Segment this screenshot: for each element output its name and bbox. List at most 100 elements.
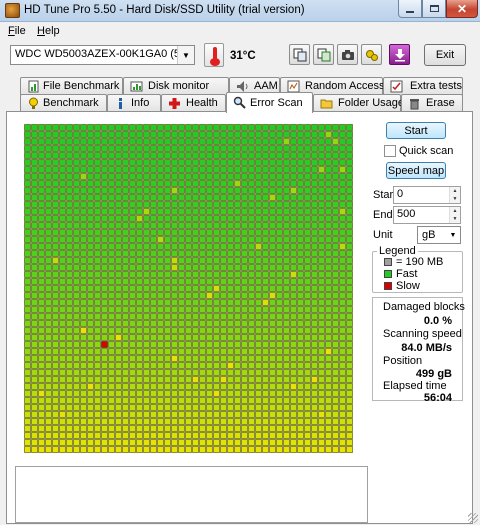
- scan-block: [276, 362, 283, 369]
- scan-block: [346, 145, 353, 152]
- menu-help[interactable]: Help: [37, 25, 60, 37]
- copy-button[interactable]: [289, 44, 310, 65]
- tab-file-benchmark[interactable]: File Benchmark: [20, 77, 123, 95]
- scan-block: [318, 250, 325, 257]
- unit-select[interactable]: gB ▼: [417, 226, 461, 244]
- scan-block: [227, 180, 234, 187]
- speed-map-button[interactable]: Speed map: [386, 162, 446, 179]
- menu-file[interactable]: File: [8, 25, 26, 37]
- scan-block: [332, 341, 339, 348]
- tab-erase[interactable]: Erase: [401, 94, 463, 112]
- scan-block: [255, 187, 262, 194]
- scan-block: [157, 334, 164, 341]
- scan-block: [276, 173, 283, 180]
- scan-block: [276, 404, 283, 411]
- scan-block: [332, 243, 339, 250]
- spin-arrows-icon[interactable]: ▲ ▼: [449, 207, 460, 223]
- scan-block: [73, 229, 80, 236]
- tab-folder-usage[interactable]: Folder Usage: [313, 94, 404, 112]
- scan-block: [52, 306, 59, 313]
- scan-block: [325, 355, 332, 362]
- tab-error-scan[interactable]: Error Scan: [226, 92, 313, 113]
- tab-erase-label: Erase: [426, 97, 455, 109]
- end-field[interactable]: 500 ▲ ▼: [393, 206, 461, 224]
- scan-block: [346, 278, 353, 285]
- scan-block: [87, 320, 94, 327]
- scan-block: [101, 187, 108, 194]
- scan-block: [269, 257, 276, 264]
- scan-block: [185, 159, 192, 166]
- scan-block: [59, 439, 66, 446]
- scan-block: [241, 348, 248, 355]
- screenshot-button[interactable]: [337, 44, 358, 65]
- scan-block: [199, 299, 206, 306]
- start-button[interactable]: Start: [386, 122, 446, 139]
- spin-arrows-icon[interactable]: ▲ ▼: [449, 187, 460, 203]
- tab-benchmark[interactable]: Benchmark: [20, 94, 107, 112]
- scan-block: [24, 194, 31, 201]
- close-button[interactable]: ✕: [446, 0, 478, 18]
- scan-block: [136, 278, 143, 285]
- scan-block: [290, 194, 297, 201]
- tab-extra-tests[interactable]: Extra tests: [383, 77, 463, 95]
- scan-block: [115, 299, 122, 306]
- scan-block: [143, 439, 150, 446]
- scan-block: [297, 362, 304, 369]
- start-field[interactable]: 0 ▲ ▼: [393, 186, 461, 204]
- scan-block: [304, 264, 311, 271]
- drive-select[interactable]: WDC WD5003AZEX-00K1GA0 (500 gB) ▼: [10, 45, 195, 65]
- scan-block: [185, 124, 192, 131]
- exit-button[interactable]: Exit: [424, 44, 466, 66]
- scan-block: [143, 138, 150, 145]
- scan-block: [262, 278, 269, 285]
- scan-block: [346, 439, 353, 446]
- scan-block: [213, 208, 220, 215]
- tab-info[interactable]: Info: [107, 94, 161, 112]
- scan-block: [192, 236, 199, 243]
- scan-block: [31, 264, 38, 271]
- scan-block: [227, 327, 234, 334]
- scan-block: [171, 222, 178, 229]
- scan-block: [199, 383, 206, 390]
- scan-block: [157, 348, 164, 355]
- scan-block: [31, 229, 38, 236]
- scan-block: [66, 264, 73, 271]
- scan-block: [283, 425, 290, 432]
- scan-block: [80, 285, 87, 292]
- scan-block: [24, 271, 31, 278]
- scan-block: [276, 271, 283, 278]
- quick-scan-checkbox[interactable]: [384, 145, 396, 157]
- scan-block: [73, 313, 80, 320]
- scan-block: [59, 425, 66, 432]
- scan-block: [80, 320, 87, 327]
- scan-block: [318, 285, 325, 292]
- scan-block: [115, 411, 122, 418]
- scan-block: [213, 320, 220, 327]
- scan-block: [213, 418, 220, 425]
- scan-block: [206, 236, 213, 243]
- copy-all-button[interactable]: [313, 44, 334, 65]
- scan-block: [199, 180, 206, 187]
- options-button[interactable]: [361, 44, 382, 65]
- scan-block: [150, 264, 157, 271]
- scan-block: [332, 292, 339, 299]
- tab-health[interactable]: Health: [161, 94, 226, 112]
- scan-block: [234, 320, 241, 327]
- download-button[interactable]: [389, 44, 410, 65]
- tab-disk-monitor[interactable]: Disk monitor: [123, 77, 229, 95]
- scan-block: [87, 306, 94, 313]
- scan-block: [262, 187, 269, 194]
- maximize-button[interactable]: [422, 0, 446, 18]
- scan-block: [185, 131, 192, 138]
- scan-block: [31, 124, 38, 131]
- scan-block: [52, 124, 59, 131]
- scan-block: [192, 411, 199, 418]
- scan-block: [262, 159, 269, 166]
- scan-block: [143, 306, 150, 313]
- resize-grip[interactable]: [468, 513, 478, 523]
- scan-block: [262, 215, 269, 222]
- minimize-button[interactable]: [398, 0, 422, 18]
- scan-block: [115, 187, 122, 194]
- scan-block: [24, 208, 31, 215]
- scan-block: [241, 446, 248, 453]
